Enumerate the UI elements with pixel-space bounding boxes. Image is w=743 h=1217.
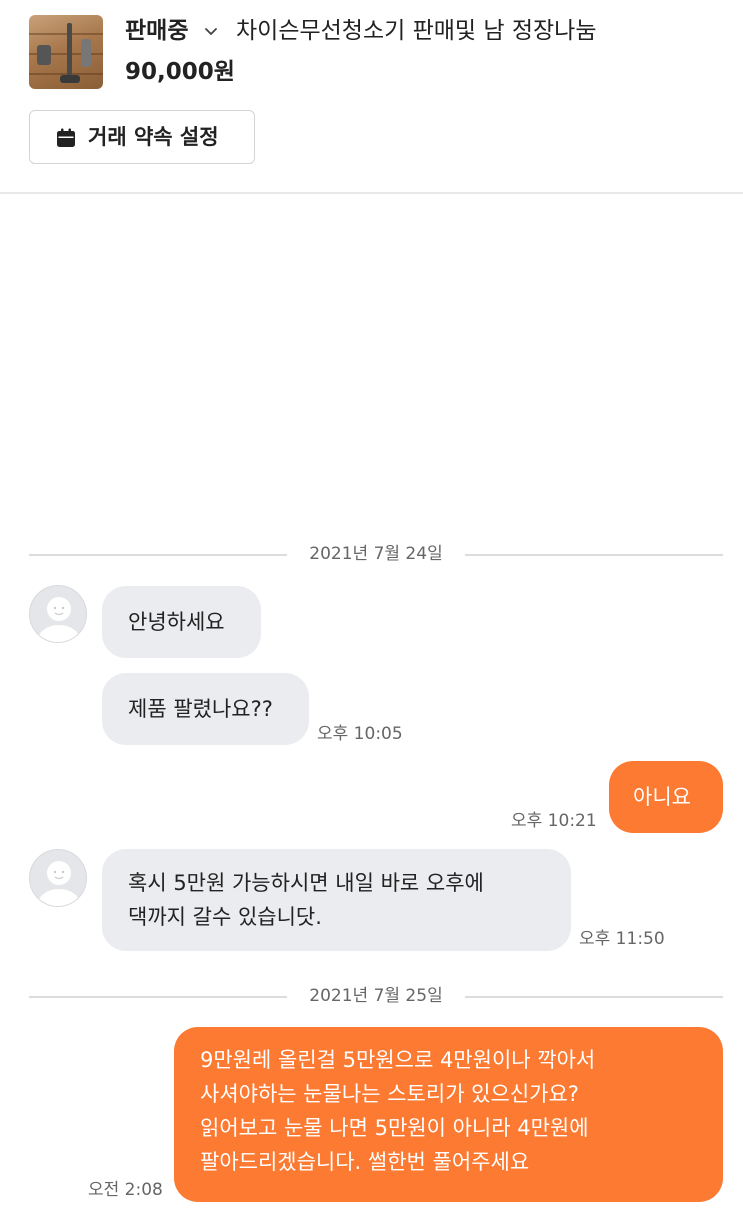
set-appointment-button[interactable]: 거래 약속 설정 xyxy=(29,110,255,164)
message-bubble[interactable]: 혹시 5만원 가능하시면 내일 바로 오후에 댁까지 갈수 있습니닷. xyxy=(102,849,571,951)
message-time: 오후 11:50 xyxy=(579,929,665,949)
message-bubble[interactable]: 9만원레 올린걸 5만원으로 4만원이나 깍아서 사셔야하는 눈물나는 스토리가… xyxy=(174,1027,723,1202)
sale-status-label[interactable]: 판매중 xyxy=(125,14,188,48)
product-title: 차이슨무선청소기 판매및 남 정장나눔 xyxy=(236,18,597,44)
user-avatar-icon xyxy=(38,861,80,906)
message-text: 안녕하세요 xyxy=(128,610,225,634)
message-bubble[interactable]: 안녕하세요 xyxy=(102,586,261,658)
message-line: 사셔야하는 눈물나는 스토리가 있으신가요? xyxy=(200,1082,579,1106)
message-line: 9만원레 올린걸 5만원으로 4만원이나 깍아서 xyxy=(200,1048,596,1072)
divider xyxy=(29,554,287,556)
set-appointment-label: 거래 약속 설정 xyxy=(88,125,219,149)
avatar[interactable] xyxy=(29,585,87,643)
message-time: 오후 10:21 xyxy=(511,811,597,831)
message-line: 혹시 5만원 가능하시면 내일 바로 오후에 xyxy=(128,871,484,895)
message-text: 아니요 xyxy=(633,785,691,809)
divider xyxy=(465,554,723,556)
message-time: 오전 2:08 xyxy=(88,1180,163,1200)
message-time: 오후 10:05 xyxy=(317,724,403,744)
date-separator: 2021년 7월 25일 xyxy=(29,986,723,1006)
message-line: 댁까지 갈수 있습니닷. xyxy=(128,905,322,929)
avatar[interactable] xyxy=(29,849,87,907)
date-separator: 2021년 7월 24일 xyxy=(29,544,723,564)
message-text: 제품 팔렸나요?? xyxy=(128,697,273,721)
user-avatar-icon xyxy=(38,597,80,642)
date-label: 2021년 7월 25일 xyxy=(309,986,443,1006)
chevron-down-icon[interactable] xyxy=(203,14,219,48)
product-header: 판매중 차이슨무선청소기 판매및 남 정장나눔 90,000원 거래 약속 설정 xyxy=(0,0,743,194)
product-thumbnail[interactable] xyxy=(29,15,103,89)
date-label: 2021년 7월 24일 xyxy=(309,544,443,564)
message-line: 팔아드리겠습니다. 썰한번 풀어주세요 xyxy=(200,1150,530,1174)
calendar-icon xyxy=(57,128,75,147)
message-line: 읽어보고 눈물 나면 5만원이 아니라 4만원에 xyxy=(200,1116,589,1140)
message-bubble[interactable]: 아니요 xyxy=(609,761,723,833)
chat-screen: 판매중 차이슨무선청소기 판매및 남 정장나눔 90,000원 거래 약속 설정… xyxy=(0,0,743,1217)
divider xyxy=(29,996,287,998)
chat-area[interactable]: 2021년 7월 24일 안녕하세요 제품 팔렸나요?? 오후 10:05 오후… xyxy=(0,194,743,1217)
product-price: 90,000원 xyxy=(125,59,235,85)
message-bubble[interactable]: 제품 팔렸나요?? xyxy=(102,673,309,745)
divider xyxy=(465,996,723,998)
